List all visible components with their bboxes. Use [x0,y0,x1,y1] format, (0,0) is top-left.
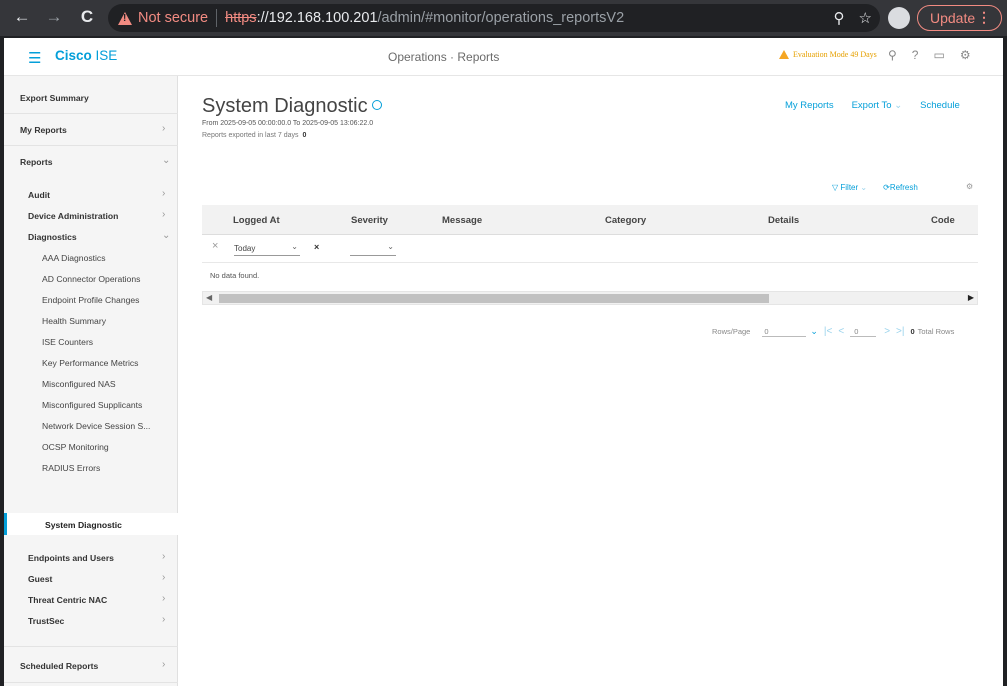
column-header-details[interactable]: Details [768,215,799,226]
ise-app: ☰ Cisco ISE Operations · Reports Evaluat… [4,38,1003,686]
chevron-right-icon: › [162,551,166,562]
zoom-icon[interactable]: ⚲ [834,9,845,27]
chevron-right-icon: › [162,593,166,604]
report-date-range: From 2025-09-05 00:00:00.0 To 2025-09-05… [202,120,374,127]
chevron-down-icon: ⌄ [162,155,171,166]
total-rows: 0 Total Rows [910,327,955,336]
brand-logo: Cisco ISE [55,48,118,63]
table-header: Logged At Severity Message Category Deta… [202,205,978,235]
forward-icon[interactable]: → [40,7,68,27]
chevron-right-icon: › [162,659,166,670]
scroll-left-icon[interactable]: ◀ [206,293,212,302]
chevron-right-icon: › [162,123,166,134]
bookmark-star-icon[interactable]: ☆ [859,9,872,27]
chevron-down-icon[interactable]: ⌄ [810,326,818,337]
last-page-icon[interactable]: >| [896,326,904,337]
rows-per-page-select[interactable]: 0 [762,327,807,337]
breadcrumb: Operations · Reports [388,50,500,64]
column-header-severity[interactable]: Severity [351,215,388,226]
column-header-code[interactable]: Code [931,215,955,226]
help-icon[interactable]: ? [912,48,919,62]
export-to-dropdown[interactable]: Export To ⌄ [852,100,903,111]
chevron-right-icon: › [162,209,166,220]
chevron-down-icon: ⌄ [162,230,171,241]
column-header-logged-at[interactable]: Logged At [233,215,280,226]
severity-filter-select[interactable]: ⌄ [350,242,396,256]
url-host: ://192.168.100.201 [256,10,378,26]
url-path: /admin/#monitor/operations_reportsV2 [377,10,625,26]
update-button[interactable]: Update ⋮ [917,5,1002,31]
clear-filters-icon[interactable]: × [212,240,218,252]
next-page-icon[interactable]: > [884,326,890,337]
report-panel: System Diagnostic From 2025-09-05 00:00:… [178,76,1003,686]
refresh-button[interactable]: ⟳Refresh [883,183,918,192]
evaluation-banner[interactable]: Evaluation Mode 49 Days [779,50,877,59]
refresh-icon: ⟳ [883,183,890,192]
reports-sidebar: Export Summary My Reports › Reports ⌄ Audi… [4,76,178,686]
dashboard-icon[interactable]: ▭ [933,48,944,62]
reports-exported-note: Reports exported in last 7 days 0 [202,132,307,139]
horizontal-scrollbar[interactable]: ◀ ▶ [202,291,978,305]
divider [216,9,218,27]
page-title: System Diagnostic [202,95,382,118]
pagination: Rows/Page 0 ⌄ |< < 0 > >| 0 Total Rows [712,326,954,337]
filter-dropdown[interactable]: ▽ Filter ⌄ [832,183,867,192]
logged-at-filter-select[interactable]: Today ⌄ [234,242,300,256]
chevron-right-icon: › [162,188,166,199]
column-header-message[interactable]: Message [442,215,482,226]
warning-icon [118,11,132,25]
schedule-link[interactable]: Schedule [920,100,960,111]
my-reports-link[interactable]: My Reports [785,100,834,111]
update-label: Update [930,10,976,26]
chevron-down-icon: ⌄ [894,100,903,111]
profile-avatar[interactable] [888,7,910,29]
column-header-category[interactable]: Category [605,215,646,226]
back-icon[interactable]: ← [8,7,36,27]
filter-icon: ▽ [832,183,839,192]
info-icon[interactable] [371,100,382,110]
url-scheme: https [225,10,257,26]
menu-dots-icon: ⋮ [977,9,991,25]
chevron-right-icon: › [162,572,166,583]
settings-gear-icon[interactable]: ⚙ [960,48,971,62]
table-filter-row: × Today ⌄ × ⌄ [202,235,978,263]
scrollbar-thumb[interactable] [219,294,769,303]
empty-state-text: No data found. [210,271,260,280]
reload-icon[interactable]: C [73,7,101,27]
browser-toolbar: ← → C Not secure https://192.168.100.201… [0,0,1007,36]
chevron-right-icon: › [162,614,166,625]
address-bar[interactable]: Not secure https://192.168.100.201/admin… [108,4,880,32]
previous-page-icon[interactable]: < [838,326,844,337]
table-settings-gear-icon[interactable]: ⚙ [966,182,973,191]
first-page-icon[interactable]: |< [824,326,832,337]
security-status[interactable]: Not secure [138,10,208,26]
app-header: ☰ Cisco ISE Operations · Reports Evaluat… [4,38,1003,76]
search-icon[interactable]: ⚲ [888,48,897,62]
rows-per-page-label: Rows/Page [712,327,751,336]
warning-icon [779,50,789,59]
hamburger-menu-icon[interactable]: ☰ [28,49,41,67]
page-number-input[interactable]: 0 [850,327,877,337]
clear-logged-at-icon[interactable]: × [314,242,319,252]
scroll-right-icon[interactable]: ▶ [968,293,974,302]
